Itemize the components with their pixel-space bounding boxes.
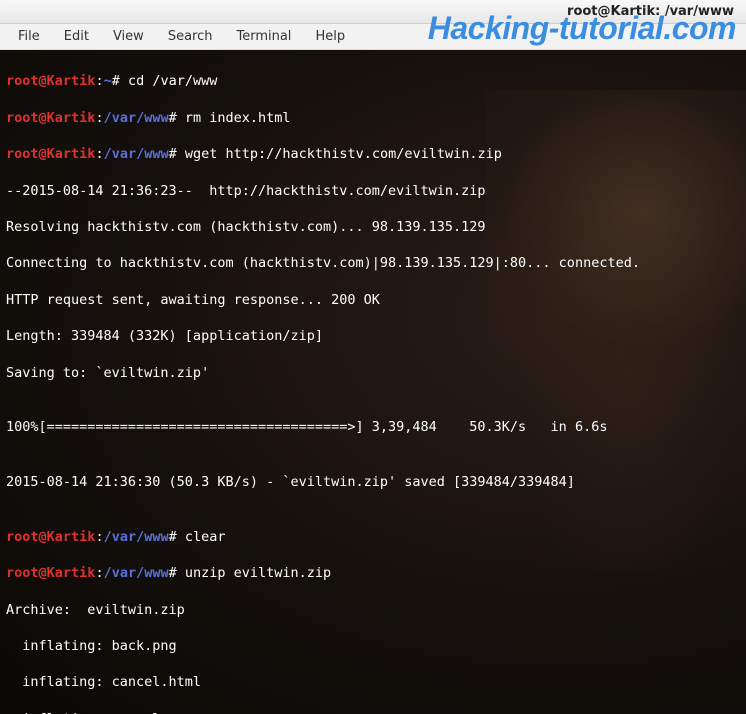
cmd-rm: rm index.html [185, 110, 291, 126]
menu-view[interactable]: View [103, 27, 154, 46]
prompt-colon: : [95, 146, 103, 162]
unzip-file: inflating: cancel.html [6, 673, 740, 691]
prompt-colon: : [95, 565, 103, 581]
prompt-symbol: # [112, 73, 120, 89]
prompt-at: @ [39, 565, 47, 581]
prompt-path-www: /var/www [104, 565, 169, 581]
cmd-unzip: unzip eviltwin.zip [185, 565, 331, 581]
wget-line: HTTP request sent, awaiting response... … [6, 291, 740, 309]
terminal-output[interactable]: root@Kartik:~# cd /var/www root@Kartik:/… [0, 50, 746, 714]
cmd-wget: wget http://hackthistv.com/eviltwin.zip [185, 146, 502, 162]
unzip-file: inflating: back.png [6, 637, 740, 655]
prompt-symbol: # [169, 529, 177, 545]
prompt-path-home: ~ [104, 73, 112, 89]
menu-file[interactable]: File [8, 27, 50, 46]
prompt-host: Kartik [47, 110, 96, 126]
menu-terminal[interactable]: Terminal [226, 27, 301, 46]
prompt-symbol: # [169, 110, 177, 126]
prompt-user: root [6, 565, 39, 581]
prompt-symbol: # [169, 146, 177, 162]
prompt-user: root [6, 529, 39, 545]
wget-line: --2015-08-14 21:36:23-- http://hackthist… [6, 182, 740, 200]
prompt-colon: : [95, 73, 103, 89]
menu-edit[interactable]: Edit [54, 27, 99, 46]
prompt-host: Kartik [47, 146, 96, 162]
prompt-path-www: /var/www [104, 146, 169, 162]
menubar: File Edit View Search Terminal Help [0, 24, 746, 50]
prompt-host: Kartik [47, 529, 96, 545]
wget-summary: 2015-08-14 21:36:30 (50.3 KB/s) - `evilt… [6, 473, 740, 491]
wget-line: Resolving hackthistv.com (hackthistv.com… [6, 218, 740, 236]
menu-help[interactable]: Help [305, 27, 355, 46]
wget-line: Connecting to hackthistv.com (hackthistv… [6, 254, 740, 272]
prompt-colon: : [95, 529, 103, 545]
prompt-host: Kartik [47, 565, 96, 581]
wget-line: Saving to: `eviltwin.zip' [6, 364, 740, 382]
prompt-user: root [6, 73, 39, 89]
unzip-file: inflating: cancel.png [6, 710, 740, 714]
cmd-clear: clear [185, 529, 226, 545]
unzip-archive: Archive: eviltwin.zip [6, 601, 740, 619]
wget-progress: 100%[===================================… [6, 418, 740, 436]
window-titlebar: root@Kartik: /var/www [0, 0, 746, 24]
prompt-user: root [6, 146, 39, 162]
prompt-at: @ [39, 110, 47, 126]
prompt-at: @ [39, 146, 47, 162]
wget-line: Length: 339484 (332K) [application/zip] [6, 327, 740, 345]
prompt-path-www: /var/www [104, 110, 169, 126]
prompt-host: Kartik [47, 73, 96, 89]
cmd-cd: cd /var/www [128, 73, 217, 89]
menu-search[interactable]: Search [158, 27, 223, 46]
prompt-colon: : [95, 110, 103, 126]
window-title: root@Kartik: /var/www [567, 4, 734, 19]
prompt-symbol: # [169, 565, 177, 581]
prompt-at: @ [39, 529, 47, 545]
prompt-path-www: /var/www [104, 529, 169, 545]
prompt-user: root [6, 110, 39, 126]
prompt-at: @ [39, 73, 47, 89]
